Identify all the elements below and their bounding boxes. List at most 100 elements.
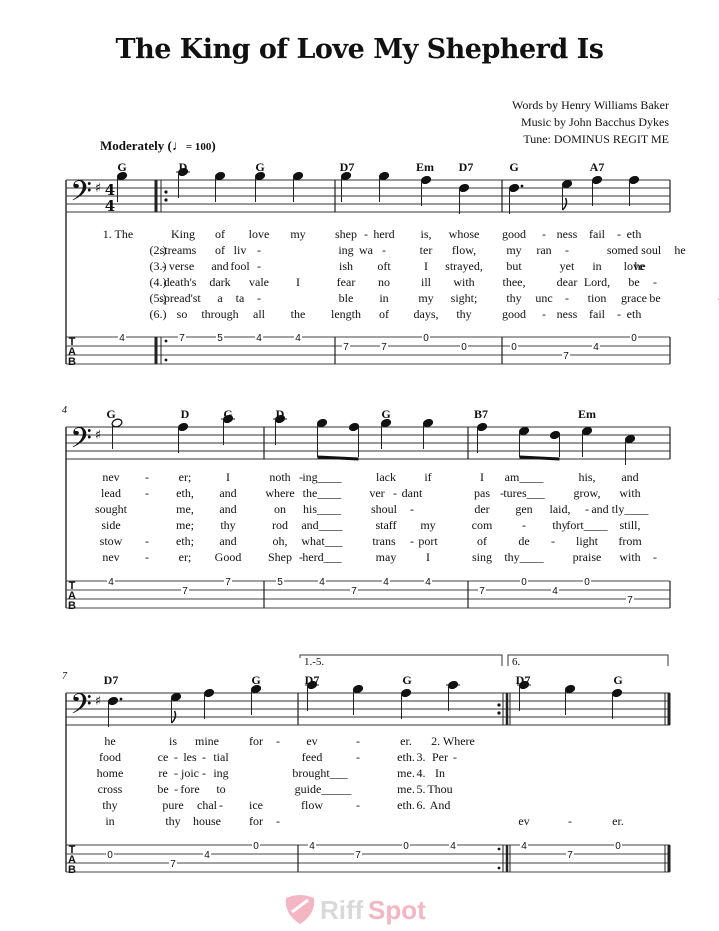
lyric-syllable: - (257, 259, 261, 273)
lyric-syllable: house (193, 814, 221, 828)
watermark-spot: Spot (368, 895, 426, 925)
lyric-syllable: grow, (573, 486, 601, 500)
lyric-syllable: - (653, 275, 657, 289)
lyric-syllable: dark (209, 275, 231, 289)
repeat-dot (497, 711, 501, 715)
lyric-syllable: his, (578, 470, 596, 484)
lyric-syllable: for (249, 734, 263, 748)
lyric-syllable: tly____ (611, 502, 649, 516)
lyric-syllable: sought (94, 502, 128, 516)
time-signature-bottom: 4 (105, 197, 115, 215)
lyric-syllable: er; (178, 550, 192, 564)
lyric-syllable: sight; (450, 291, 478, 305)
lyric-syllable: - (174, 782, 178, 796)
tab-fret-number: 4 (108, 577, 114, 588)
riffspot-watermark: Riff Spot (0, 892, 719, 931)
lyric-syllable: be (157, 782, 169, 796)
lyric-syllable: flow, (451, 243, 477, 257)
lyric-syllable: side (101, 518, 121, 532)
lyric-syllable: ce (157, 750, 169, 764)
lyric-syllable: ev (306, 734, 318, 748)
lyric-syllable: dant (401, 486, 423, 500)
lyric-syllable: - (174, 750, 178, 764)
tab-fret-number: 4 (450, 841, 456, 852)
lyric-syllable: I (426, 550, 430, 564)
bass-clef-icon: 𝄢 (70, 688, 92, 728)
lyric-syllable: and____ (301, 518, 343, 532)
lyric-syllable: thy____ (504, 550, 544, 564)
lyric-syllable: still, (619, 518, 641, 532)
lyric-syllable: he (104, 734, 116, 748)
lyric-syllable: oh, (272, 534, 288, 548)
lyric-syllable: guide_____ (294, 782, 352, 796)
lyric-syllable: - (585, 502, 589, 516)
tab-label-b: B (68, 356, 76, 368)
tab-fret-number: 0 (423, 333, 429, 344)
lyric-syllable: - (145, 550, 149, 564)
tab-fret-number: 0 (511, 342, 517, 353)
lyric-syllable: I (226, 470, 230, 484)
lyric-syllable: of (215, 243, 225, 257)
lyric-syllable: fear (336, 275, 356, 289)
tab-fret-number: 4 (256, 333, 262, 344)
lyric-syllable: liv (233, 243, 247, 257)
lyric-syllable: I (480, 470, 484, 484)
lyric-syllable: rod (272, 518, 288, 532)
lyric-syllable: tial (213, 750, 229, 764)
tab-label-b: B (68, 864, 76, 876)
lyric-syllable: ing (213, 766, 229, 780)
lyric-syllable: fort____ (566, 518, 608, 532)
tab-fret-number: 7 (567, 850, 573, 861)
lyric-syllable: - (257, 243, 261, 257)
lyric-syllable: spread'st (159, 291, 201, 305)
lyric-syllable: and (211, 259, 229, 273)
beam (519, 455, 560, 461)
tab-fret-number: 0 (461, 342, 467, 353)
lyric-syllable: my (420, 518, 436, 532)
lyric-syllable: length (331, 307, 361, 321)
lyric-syllable: 3. (416, 750, 426, 764)
lyric-syllable: chal (197, 798, 217, 812)
tab-fret-number: 7 (479, 586, 485, 597)
repeat-dot (497, 703, 501, 707)
lyric-syllable: - (542, 227, 546, 241)
lyric-syllable: mine (195, 734, 219, 748)
lyric-syllable: of (215, 227, 225, 241)
lyric-syllable: Thou (427, 782, 453, 796)
lyric-syllable: - (145, 470, 149, 484)
chord-symbol: G (117, 160, 127, 174)
lyric-syllable: with (619, 486, 641, 500)
lyric-syllable: - (219, 798, 223, 812)
lyric-syllable: - (145, 486, 149, 500)
chord-symbol: Em (416, 160, 434, 174)
lyric-syllable: - (617, 307, 621, 321)
lyric-syllable: me. (397, 782, 415, 796)
lyric-syllable: - (145, 534, 149, 548)
chord-symbol: B7 (473, 407, 489, 421)
lyric-syllable: all (253, 307, 265, 321)
lyric-syllable: my (290, 227, 306, 241)
repeat-dot (164, 190, 168, 194)
lyric-syllable: where (265, 486, 295, 500)
chord-symbol: A7 (589, 160, 605, 174)
chord-symbol: D (275, 407, 285, 421)
tab-repeat-dot (497, 866, 501, 870)
lyric-syllable: he (634, 259, 646, 273)
lyric-syllable: is (168, 734, 178, 748)
lyric-syllable: to (216, 782, 226, 796)
lyric-syllable: is, (420, 227, 432, 241)
lyric-syllable: - (356, 750, 360, 764)
lyric-syllable: death's (163, 275, 197, 289)
lyric-syllable: 2. Where (431, 734, 475, 748)
lyric-syllable: somed soul (606, 243, 662, 257)
lyric-syllable: whose (448, 227, 480, 241)
lyric-syllable: er. (612, 814, 624, 828)
lyric-syllable: praise (572, 550, 602, 564)
chord-symbol: D7 (515, 673, 531, 687)
lyric-syllable: days, (413, 307, 439, 321)
volta-label-1: 1.-5. (304, 656, 325, 668)
lyric-syllable: food (99, 750, 121, 764)
lyric-syllable: of (477, 534, 487, 548)
lyric-syllable: in (379, 291, 389, 305)
lyric-syllable: me. (397, 766, 415, 780)
